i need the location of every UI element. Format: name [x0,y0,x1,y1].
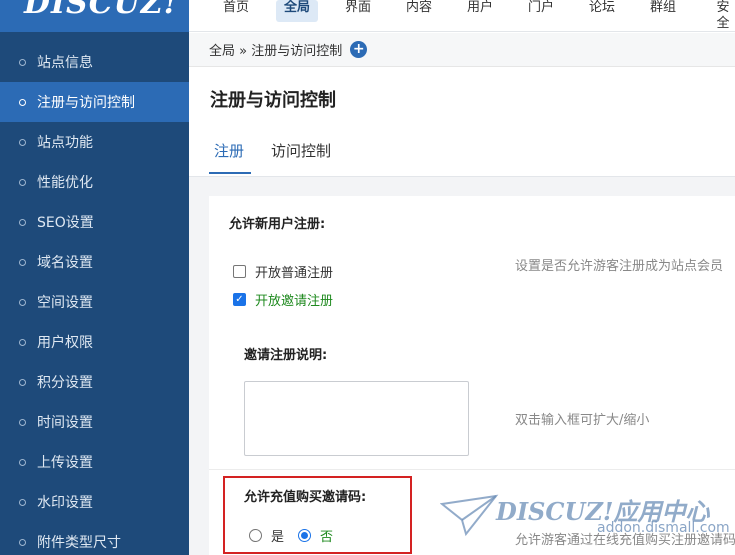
sidebar-item-label: 用户权限 [37,335,93,351]
nav-interface[interactable]: 界面 [345,0,371,22]
checkbox-unchecked-icon [233,265,246,278]
nav-global[interactable]: 全局 [276,0,319,22]
bullet-icon [19,378,26,386]
bullet-icon [19,58,26,66]
nav-home[interactable]: 首页 [223,0,249,22]
buy-invite-no-radio[interactable]: 否 [298,526,333,545]
sidebar-item-label: SEO设置 [37,215,94,231]
sidebar-item-time[interactable]: 时间设置 [0,402,189,442]
sidebar-item-performance[interactable]: 性能优化 [0,162,189,202]
nav-users[interactable]: 用户 [467,0,493,22]
sidebar-item-user-permissions[interactable]: 用户权限 [0,322,189,362]
breadcrumb: 全局 » 注册与访问控制 + [189,33,735,67]
bullet-icon [19,498,26,506]
buy-invite-yes-radio[interactable]: 是 [249,526,284,545]
sidebar-item-attachment-types[interactable]: 附件类型尺寸 [0,522,189,555]
sidebar-item-upload[interactable]: 上传设置 [0,442,189,482]
top-nav: 首页 全局 界面 内容 用户 门户 论坛 群组 安全 [189,0,735,32]
sidebar-item-label: 站点信息 [37,55,93,71]
section-divider [209,469,735,470]
add-shortcut-icon[interactable]: + [350,41,368,58]
breadcrumb-text[interactable]: 全局 » 注册与访问控制 [209,40,342,59]
sidebar-item-seo[interactable]: SEO设置 [0,202,189,242]
checkbox-label: 开放普通注册 [255,266,334,281]
sidebar-item-label: 注册与访问控制 [37,95,135,111]
tab-active-indicator [209,172,251,174]
sidebar-item-credits[interactable]: 积分设置 [0,362,189,402]
nav-portal[interactable]: 门户 [528,0,554,22]
buy-invite-hint: 允许游客通过在线充值购买注册邀请码 [515,533,735,548]
bullet-icon [19,458,26,466]
checkbox-checked-icon: ✓ [233,293,246,306]
bullet-icon [19,338,26,346]
tab-access-control[interactable]: 访问控制 [271,140,331,161]
sidebar-item-label: 空间设置 [37,295,93,311]
open-normal-register-checkbox[interactable]: 开放普通注册 [233,262,333,281]
open-invite-register-checkbox[interactable]: ✓ 开放邀请注册 [233,290,333,309]
nav-security[interactable]: 安全 [711,0,735,31]
page-header: 注册与访问控制 注册 访问控制 [189,68,735,177]
sidebar-item-label: 域名设置 [37,255,93,271]
nav-forum[interactable]: 论坛 [589,0,615,22]
sidebar-item-label: 站点功能 [37,135,93,151]
sidebar-item-label: 上传设置 [37,455,93,471]
bullet-icon [19,418,26,426]
radio-label: 否 [320,530,334,545]
invite-desc-hint: 双击输入框可扩大/缩小 [515,413,650,428]
sidebar-item-register-access[interactable]: 注册与访问控制 [0,82,189,122]
sidebar-item-watermark[interactable]: 水印设置 [0,482,189,522]
sidebar-item-label: 附件类型尺寸 [37,535,121,551]
sidebar-item-label: 时间设置 [37,415,93,431]
bullet-icon [19,218,26,226]
radio-label: 是 [271,530,285,545]
buy-invite-label: 允许充值购买邀请码: [244,490,367,505]
bullet-icon [19,178,26,186]
sidebar: DISCUZ! 站点信息 注册与访问控制 站点功能 性能优化 SEO设置 域名设… [0,0,189,555]
bullet-icon [19,298,26,306]
sidebar-item-label: 水印设置 [37,495,93,511]
sidebar-item-label: 性能优化 [37,175,93,191]
bullet-icon [19,538,26,546]
sidebar-item-site-features[interactable]: 站点功能 [0,122,189,162]
radio-checked-icon [298,529,311,542]
bullet-icon [19,98,26,106]
settings-form: 允许新用户注册: 开放普通注册 ✓ 开放邀请注册 设置是否允许游客注册成为站点会… [209,196,735,555]
sidebar-item-label: 积分设置 [37,375,93,391]
sidebar-item-site-info[interactable]: 站点信息 [0,42,189,82]
radio-unchecked-icon [249,529,262,542]
nav-group[interactable]: 群组 [650,0,676,22]
sidebar-item-domain[interactable]: 域名设置 [0,242,189,282]
page-title: 注册与访问控制 [210,90,336,111]
logo-text: DISCUZ! [24,0,178,21]
bullet-icon [19,138,26,146]
checkbox-label: 开放邀请注册 [255,294,334,309]
allow-register-hint: 设置是否允许游客注册成为站点会员 [515,259,724,274]
invite-desc-textarea[interactable] [244,381,469,456]
discuz-logo[interactable]: DISCUZ! [0,0,189,32]
tab-register[interactable]: 注册 [214,140,244,161]
nav-content[interactable]: 内容 [406,0,432,22]
invite-desc-label: 邀请注册说明: [244,348,328,363]
main-content: 注册与访问控制 注册 访问控制 允许新用户注册: 开放普通注册 ✓ 开放邀请注册… [189,68,735,555]
bullet-icon [19,258,26,266]
sidebar-item-space[interactable]: 空间设置 [0,282,189,322]
allow-register-label: 允许新用户注册: [229,217,326,232]
